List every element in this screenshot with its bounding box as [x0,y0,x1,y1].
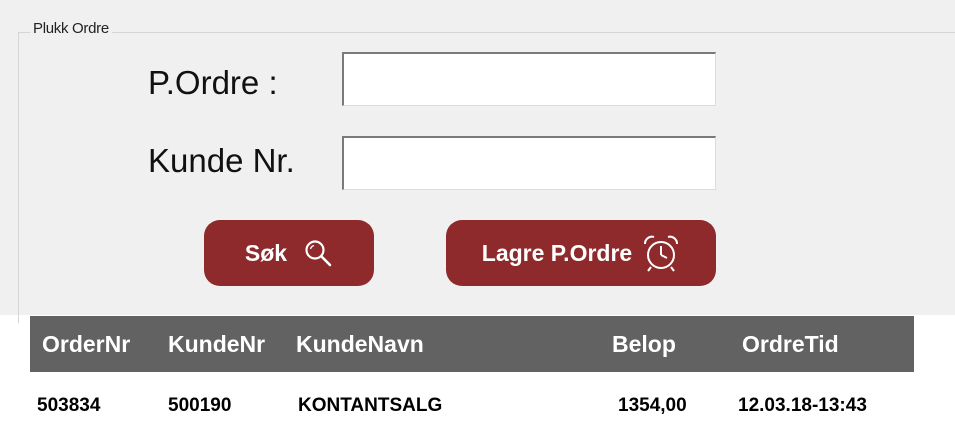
cell-belop: 1354,00 [618,395,687,416]
save-order-button-label: Lagre P.Ordre [481,239,633,266]
alarm-clock-icon [642,233,680,273]
cell-ordretid: 12.03.18-13:43 [738,395,867,416]
column-header-ordernr[interactable]: OrderNr [42,316,130,372]
search-button[interactable]: Søk [204,220,374,286]
order-number-label: P.Ordre : [148,64,278,101]
column-header-kundenr[interactable]: KundeNr [168,316,265,372]
column-header-ordretid[interactable]: OrdreTid [742,316,839,372]
column-header-kundenavn[interactable]: KundeNavn [296,316,424,372]
cell-kundenr: 500190 [168,395,232,416]
customer-number-label: Kunde Nr. [148,142,295,179]
customer-number-input[interactable] [342,136,716,190]
column-header-belop[interactable]: Belop [612,316,676,372]
save-order-button[interactable]: Lagre P.Ordre [446,220,716,286]
grid-header: OrderNr KundeNr KundeNavn Belop OrdreTid [30,316,914,372]
search-icon [303,238,333,268]
groupbox-title: Plukk Ordre [30,20,112,37]
order-number-input[interactable] [342,52,716,106]
table-row[interactable]: 503834 500190 KONTANTSALG 1354,00 12.03.… [30,372,914,440]
search-button-label: Søk [244,239,288,266]
cell-ordernr: 503834 [37,395,101,416]
cell-kundenavn: KONTANTSALG [298,395,443,416]
